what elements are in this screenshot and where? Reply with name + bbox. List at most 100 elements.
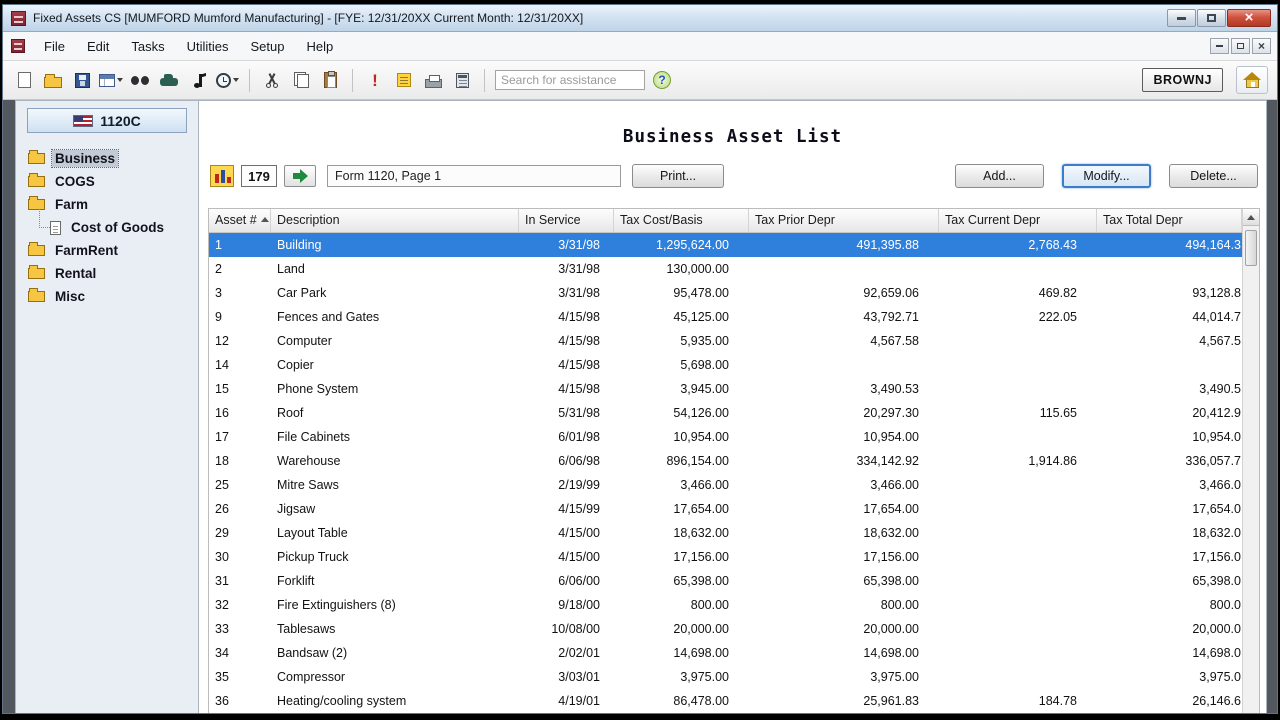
table-row[interactable]: 12Computer4/15/985,935.004,567.584,567.5	[209, 329, 1242, 353]
search-input[interactable]	[495, 70, 645, 90]
table-row[interactable]: 31Forklift6/06/0065,398.0065,398.0065,39…	[209, 569, 1242, 593]
table-row[interactable]: 25Mitre Saws2/19/993,466.003,466.003,466…	[209, 473, 1242, 497]
entity-header[interactable]: 1120C	[27, 108, 187, 133]
vehicle-button[interactable]	[157, 68, 181, 92]
table-row[interactable]: 14Copier4/15/985,698.00	[209, 353, 1242, 377]
table-row[interactable]: 15Phone System4/15/983,945.003,490.533,4…	[209, 377, 1242, 401]
menu-utilities[interactable]: Utilities	[176, 34, 240, 59]
table-row[interactable]: 36Heating/cooling system4/19/0186,478.00…	[209, 689, 1242, 713]
column-header[interactable]: Asset #	[209, 209, 271, 232]
cut-button[interactable]	[260, 68, 284, 92]
menu-tasks[interactable]: Tasks	[120, 34, 175, 59]
user-button[interactable]: BROWNJ	[1142, 68, 1223, 92]
chevron-down-icon	[117, 78, 123, 82]
sidebar-item-business[interactable]: Business	[28, 147, 198, 170]
page-title: Business Asset List	[199, 127, 1266, 147]
table-row[interactable]: 32Fire Extinguishers (8)9/18/00800.00800…	[209, 593, 1242, 617]
column-header[interactable]: Tax Current Depr	[939, 209, 1097, 232]
cell-prior: 43,792.71	[749, 310, 939, 324]
table-row[interactable]: 1Building3/31/981,295,624.00491,395.882,…	[209, 233, 1242, 257]
cell-cost: 10,954.00	[614, 430, 749, 444]
calculator-button[interactable]	[450, 68, 474, 92]
cell-desc: Computer	[271, 334, 519, 348]
table-row[interactable]: 30Pickup Truck4/15/0017,156.0017,156.001…	[209, 545, 1242, 569]
new-document-button[interactable]	[12, 68, 36, 92]
notes-button[interactable]	[392, 68, 416, 92]
maximize-icon	[1207, 14, 1216, 22]
print-toolbar-button[interactable]	[421, 68, 445, 92]
mdi-close-button[interactable]: ×	[1252, 38, 1271, 54]
table-row[interactable]: 16Roof5/31/9854,126.0020,297.30115.6520,…	[209, 401, 1242, 425]
cell-total: 20,000.0	[1097, 622, 1242, 636]
column-header[interactable]: Tax Cost/Basis	[614, 209, 749, 232]
column-header[interactable]: In Service	[519, 209, 614, 232]
chart-button[interactable]	[210, 165, 234, 187]
menu-file[interactable]: File	[33, 34, 76, 59]
save-button[interactable]	[70, 68, 94, 92]
cell-desc: Car Park	[271, 286, 519, 300]
minimize-button[interactable]	[1167, 9, 1196, 27]
form-reference-field[interactable]	[327, 165, 621, 187]
cell-num: 31	[209, 574, 271, 588]
help-button[interactable]: ?	[650, 68, 674, 92]
table-row[interactable]: 29Layout Table4/15/0018,632.0018,632.001…	[209, 521, 1242, 545]
find-button[interactable]	[128, 68, 152, 92]
cell-prior: 4,567.58	[749, 334, 939, 348]
toolbar-separator	[249, 69, 250, 92]
table-row[interactable]: 3Car Park3/31/9895,478.0092,659.06469.82…	[209, 281, 1242, 305]
alert-button[interactable]: !	[363, 68, 387, 92]
history-button[interactable]	[215, 68, 239, 92]
copy-button[interactable]	[289, 68, 313, 92]
mdi-minimize-button[interactable]	[1210, 38, 1229, 54]
cell-cost: 65,398.00	[614, 574, 749, 588]
table-row[interactable]: 17File Cabinets6/01/9810,954.0010,954.00…	[209, 425, 1242, 449]
print-button[interactable]: Print...	[632, 164, 724, 188]
table-row[interactable]: 33Tablesaws10/08/0020,000.0020,000.0020,…	[209, 617, 1242, 641]
home-button[interactable]	[1236, 66, 1268, 94]
modify-button[interactable]: Modify...	[1062, 164, 1151, 188]
menu-help[interactable]: Help	[295, 34, 344, 59]
maximize-button[interactable]	[1197, 9, 1226, 27]
sidebar-item-farm[interactable]: Farm	[28, 193, 198, 216]
menu-edit[interactable]: Edit	[76, 34, 120, 59]
scroll-up-button[interactable]	[1243, 209, 1259, 226]
main-panel: Business Asset List 179 Print... Add... …	[199, 100, 1267, 713]
cut-icon	[265, 73, 279, 88]
go-button[interactable]	[284, 165, 316, 187]
open-button[interactable]	[41, 68, 65, 92]
close-button[interactable]: ×	[1227, 9, 1271, 27]
sidebar-item-rental[interactable]: Rental	[28, 262, 198, 285]
cell-prior: 3,975.00	[749, 670, 939, 684]
table-row[interactable]: 35Compressor3/03/013,975.003,975.003,975…	[209, 665, 1242, 689]
menu-setup[interactable]: Setup	[240, 34, 296, 59]
sort-indicator-icon	[261, 217, 269, 222]
note-button[interactable]	[186, 68, 210, 92]
table-row[interactable]: 26Jigsaw4/15/9917,654.0017,654.0017,654.…	[209, 497, 1242, 521]
sidebar-item-cost-of-goods[interactable]: Cost of Goods	[50, 216, 198, 239]
cell-num: 1	[209, 238, 271, 252]
mdi-restore-button[interactable]	[1231, 38, 1250, 54]
entity-label: 1120C	[100, 113, 140, 129]
printer-icon	[425, 79, 442, 88]
scrollbar-thumb[interactable]	[1245, 230, 1257, 266]
sidebar-item-cogs[interactable]: COGS	[28, 170, 198, 193]
table-row[interactable]: 18Warehouse6/06/98896,154.00334,142.921,…	[209, 449, 1242, 473]
save-icon	[75, 73, 90, 88]
delete-button[interactable]: Delete...	[1169, 164, 1258, 188]
cell-total: 800.0	[1097, 598, 1242, 612]
table-row[interactable]: 9Fences and Gates4/15/9845,125.0043,792.…	[209, 305, 1242, 329]
column-header[interactable]: Tax Total Depr	[1097, 209, 1242, 232]
cell-inservice: 2/02/01	[519, 646, 614, 660]
vertical-scrollbar[interactable]	[1242, 209, 1259, 713]
column-header[interactable]: Description	[271, 209, 519, 232]
cell-num: 2	[209, 262, 271, 276]
cell-num: 33	[209, 622, 271, 636]
table-row[interactable]: 34Bandsaw (2)2/02/0114,698.0014,698.0014…	[209, 641, 1242, 665]
sidebar-item-farmrent[interactable]: FarmRent	[28, 239, 198, 262]
view-button[interactable]	[99, 68, 123, 92]
column-header[interactable]: Tax Prior Depr	[749, 209, 939, 232]
paste-button[interactable]	[318, 68, 342, 92]
add-button[interactable]: Add...	[955, 164, 1044, 188]
table-row[interactable]: 2Land3/31/98130,000.00	[209, 257, 1242, 281]
sidebar-item-misc[interactable]: Misc	[28, 285, 198, 308]
